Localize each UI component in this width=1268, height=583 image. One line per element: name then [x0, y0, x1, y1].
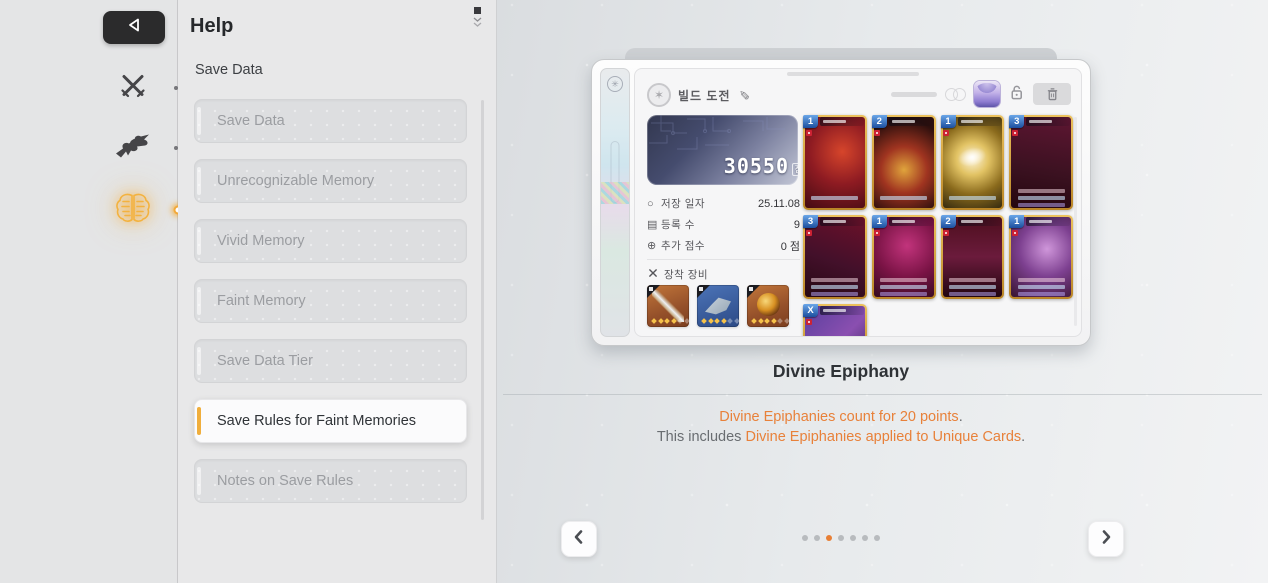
divider [647, 259, 800, 260]
equipment-fireball-tile [747, 285, 789, 327]
carousel-next-button[interactable] [1088, 521, 1124, 557]
menu-item-label: Unrecognizable Memory [217, 173, 375, 189]
help-menu: Save Data Unrecognizable Memory Vivid Me… [194, 99, 467, 519]
memory-brain-icon[interactable] [113, 192, 153, 229]
deck-header-actions [891, 81, 1071, 107]
crossed-swords-icon [647, 267, 659, 282]
deck-card: 2 [940, 215, 1005, 299]
back-arrow-icon [125, 16, 143, 39]
description-line-2: This includes Divine Epiphanies applied … [656, 429, 1026, 445]
stat-row: ▤ 등록 수 9 [647, 218, 800, 232]
delete-save-button [1033, 83, 1071, 105]
carousel-dot[interactable] [862, 535, 868, 541]
deck-card: 1 [940, 115, 1005, 210]
emblem-icon: ✳ [607, 76, 623, 92]
avatar [974, 81, 1000, 107]
equipment-tiles [647, 285, 789, 327]
chevron-right-icon [1099, 529, 1113, 550]
score-unit: 점 [791, 163, 798, 176]
panel-handle [786, 72, 919, 76]
faint-id-text [891, 91, 937, 97]
back-button[interactable] [103, 11, 165, 44]
save-stats: ○ 저장 일자 25.11.08 ▤ 등록 수 9 ⊕ 추가 점수 0 점 [647, 193, 800, 256]
menu-item-label: Vivid Memory [217, 233, 305, 249]
slide-description: Divine Epiphanies count for 20 points. T… [497, 407, 1185, 447]
menu-item-label: Save Rules for Faint Memories [217, 413, 417, 429]
carousel-dot[interactable] [814, 535, 820, 541]
deck-header: ✶ 빌드 도전 ✎ [647, 83, 751, 107]
carousel-dot[interactable] [874, 535, 880, 541]
deck-card: 2 [871, 115, 936, 210]
menu-item-save-rules-for-faint-memories[interactable]: Save Rules for Faint Memories [194, 399, 467, 443]
deck-card: 3 [803, 215, 867, 299]
deck-title: 빌드 도전 [678, 88, 731, 103]
carousel-dots [802, 535, 880, 541]
deck-star-badge-icon: ✶ [647, 83, 671, 107]
battle-swords-icon[interactable] [116, 69, 150, 108]
clock-circle-icon: ○ [647, 197, 654, 210]
holo-stripes-decoration [601, 182, 629, 204]
menu-item-label: Notes on Save Rules [217, 473, 354, 489]
help-panel: Help Save Data Save Data Unrecognizable … [178, 0, 497, 583]
link-circles-icon [945, 87, 966, 101]
globe-icon: ⊕ [647, 240, 657, 252]
edit-pencil-icon: ✎ [735, 89, 751, 101]
chevron-left-icon [572, 529, 586, 550]
deck-card-grid: 12133121X [803, 115, 1073, 336]
deck-card: X [803, 304, 867, 336]
carousel-dot[interactable] [838, 535, 844, 541]
menu-item-notes-on-save-rules[interactable]: Notes on Save Rules [194, 459, 467, 503]
menu-scrollbar[interactable] [481, 100, 484, 520]
stat-row: ○ 저장 일자 25.11.08 [647, 197, 800, 211]
lock-icon [1008, 83, 1025, 106]
equipment-machine-tile [697, 285, 739, 327]
deck-card: 1 [1009, 215, 1073, 299]
carousel-dot[interactable] [850, 535, 856, 541]
menu-item-save-data[interactable]: Save Data [194, 99, 467, 143]
scroll-hint-icon [471, 7, 483, 27]
page-title: Help [190, 15, 234, 37]
description-line-1: Divine Epiphanies count for 20 points. [719, 409, 963, 425]
holographic-side-strip: ✳ [600, 68, 630, 337]
menu-item-label: Save Data [217, 113, 285, 129]
section-title: Save Data [195, 62, 263, 78]
carousel-dot[interactable] [802, 535, 808, 541]
help-screenshot-save-data: ✳ ✶ 빌드 도전 ✎ 30550 ○ 저장 일자 25.11.08 ▤ 등록 … [591, 59, 1091, 346]
deck-score: 30550점 [724, 154, 798, 178]
menu-item-label: Save Data Tier [217, 353, 313, 369]
divider [503, 394, 1262, 395]
deck-scrollbar [1074, 117, 1077, 326]
deck-card: 1 [871, 215, 936, 299]
menu-item-unrecognizable-memory[interactable]: Unrecognizable Memory [194, 159, 467, 203]
deck-score-card: 30550점 [647, 115, 798, 185]
slide-heading: Divine Epiphany [772, 361, 910, 381]
carousel-dot[interactable] [826, 535, 832, 541]
menu-item-faint-memory[interactable]: Faint Memory [194, 279, 467, 323]
menu-item-vivid-memory[interactable]: Vivid Memory [194, 219, 467, 263]
save-data-panel: ✶ 빌드 도전 ✎ 30550 ○ 저장 일자 25.11.08 ▤ 등록 수 … [634, 68, 1082, 337]
equipment-sword-tile [647, 285, 689, 327]
stat-row: ⊕ 추가 점수 0 점 [647, 240, 800, 253]
notebook-icon: ▤ [647, 219, 658, 231]
help-content-area: ✳ ✶ 빌드 도전 ✎ 30550 ○ 저장 일자 25.11.08 ▤ 등록 … [497, 0, 1268, 583]
icon-rail [0, 0, 183, 583]
dragon-icon[interactable] [113, 132, 153, 165]
deck-card: 3 [1009, 115, 1073, 210]
equipment-section-label: 장착 장비 [647, 267, 708, 282]
menu-item-save-data-tier[interactable]: Save Data Tier [194, 339, 467, 383]
carousel-prev-button[interactable] [561, 521, 597, 557]
menu-item-label: Faint Memory [217, 293, 306, 309]
deck-card: 1 [803, 115, 867, 210]
